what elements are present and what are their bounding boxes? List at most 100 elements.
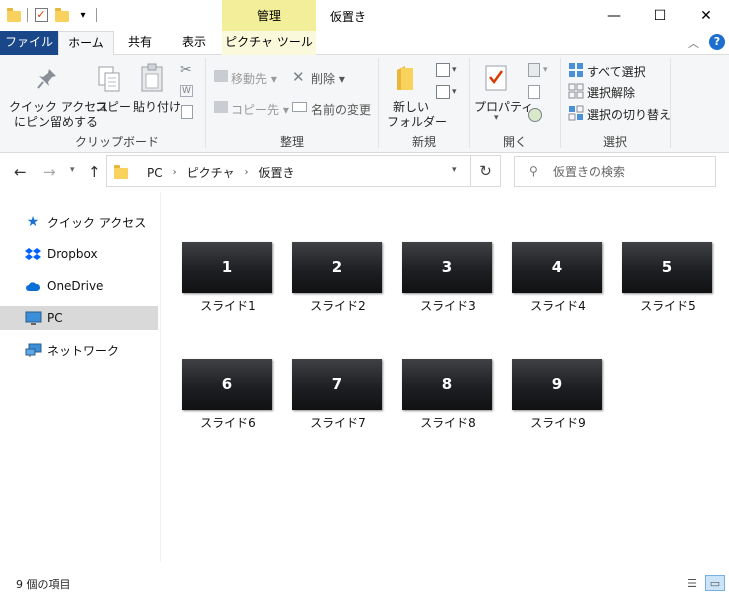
address-bar[interactable]: PC › ピクチャ › 仮置き ▾ <box>106 155 471 187</box>
forward-arrow-icon[interactable]: → <box>43 163 56 181</box>
tab-file[interactable]: ファイル <box>0 31 58 55</box>
tab-picture-tools[interactable]: ピクチャ ツール <box>222 31 316 55</box>
properties-icon <box>485 65 507 91</box>
move-to-label: 移動先 <box>231 72 268 86</box>
delete-label: 削除 <box>311 72 336 86</box>
up-arrow-icon[interactable]: ↑ <box>88 163 101 181</box>
help-icon[interactable]: ? <box>709 34 725 50</box>
customize-qat-button[interactable]: ▾ <box>75 7 91 23</box>
quick-access-toolbar: ✓ ▾ <box>6 7 97 23</box>
breadcrumb-current[interactable]: 仮置き <box>259 164 295 181</box>
rename-button[interactable]: 名前の変更 <box>311 101 371 118</box>
file-tile[interactable]: 2 スライド2 <box>292 242 384 314</box>
file-list: 1 スライド1 2 スライド2 3 スライド3 4 スライド4 5 スライド5 … <box>162 192 729 562</box>
delete-button[interactable]: 削除 ▾ <box>311 70 345 87</box>
search-box[interactable]: ⚲ <box>514 156 716 187</box>
select-none-icon <box>568 83 584 99</box>
copy-path-icon[interactable]: W <box>180 85 193 97</box>
details-view-icon[interactable]: ☰ <box>682 575 702 591</box>
tab-view[interactable]: 表示 <box>166 31 222 55</box>
copy-to-label: コピー先 <box>231 103 280 117</box>
ribbon: クイック アクセス にピン留めする コピー 貼り付け ✂ W クリップボード 移… <box>0 55 729 153</box>
breadcrumb: PC › ピクチャ › 仮置き <box>147 164 295 181</box>
file-thumbnail: 8 <box>402 359 492 410</box>
file-thumbnail: 1 <box>182 242 272 293</box>
sidebar-item-label: OneDrive <box>47 279 104 293</box>
file-thumbnail: 5 <box>622 242 712 293</box>
invert-selection-button[interactable]: 選択の切り替え <box>587 106 671 123</box>
history-icon[interactable] <box>528 108 542 122</box>
new-folder-qat-button[interactable] <box>54 7 70 23</box>
file-name: スライド7 <box>310 416 366 430</box>
file-tile[interactable]: 6 スライド6 <box>182 359 274 431</box>
chevron-right-icon[interactable]: › <box>173 167 177 178</box>
properties-qat-button[interactable]: ✓ <box>33 7 49 23</box>
select-all-button[interactable]: すべて選択 <box>587 63 646 80</box>
file-name: スライド1 <box>200 299 256 313</box>
copy-icon <box>98 66 120 92</box>
window-title: 仮置き <box>330 10 367 24</box>
search-input[interactable] <box>553 163 708 181</box>
file-tile[interactable]: 3 スライド3 <box>402 242 494 314</box>
maximize-button[interactable]: ☐ <box>637 0 683 31</box>
title-bar: ✓ ▾ 管理 仮置き — ☐ ✕ <box>0 0 729 31</box>
cut-icon[interactable]: ✂ <box>180 62 192 78</box>
copy-to-button[interactable]: コピー先 ▾ <box>231 101 289 118</box>
organize-group-label: 整理 <box>279 135 304 149</box>
file-name: スライド8 <box>420 416 476 430</box>
sidebar-item-pc[interactable]: PC <box>0 306 158 330</box>
file-tile[interactable]: 9 スライド9 <box>512 359 604 431</box>
open-icon[interactable] <box>528 63 540 77</box>
file-tile[interactable]: 1 スライド1 <box>182 242 274 314</box>
back-arrow-icon[interactable]: ← <box>14 163 27 181</box>
new-group-label: 新規 <box>411 135 436 149</box>
tab-share[interactable]: 共有 <box>114 31 166 55</box>
minimize-button[interactable]: — <box>591 0 637 31</box>
breadcrumb-pictures[interactable]: ピクチャ <box>187 164 235 181</box>
edit-icon[interactable] <box>528 85 540 99</box>
toolbar-divider <box>27 8 28 22</box>
sidebar-item-onedrive[interactable]: OneDrive <box>0 274 158 298</box>
file-thumbnail: 2 <box>292 242 382 293</box>
file-name: スライド4 <box>530 299 586 313</box>
chevron-right-icon[interactable]: › <box>245 167 249 178</box>
close-button[interactable]: ✕ <box>683 0 729 31</box>
file-tile[interactable]: 5 スライド5 <box>622 242 714 314</box>
collapse-ribbon-icon[interactable]: ︿ <box>688 35 699 51</box>
delete-icon: ✕ <box>292 68 305 86</box>
computer-icon <box>24 309 42 327</box>
large-icons-view-icon[interactable]: ▭ <box>705 575 725 591</box>
refresh-icon[interactable]: ↻ <box>471 155 501 187</box>
toolbar-divider <box>96 8 97 22</box>
item-count: 9 個の項目 <box>16 578 71 591</box>
file-name: スライド5 <box>640 299 696 313</box>
copy-button[interactable]: コピー <box>95 98 131 115</box>
easy-access-icon[interactable] <box>436 85 450 99</box>
new-folder-line2[interactable]: フォルダー <box>387 113 447 130</box>
search-icon: ⚲ <box>529 164 538 178</box>
chevron-down-icon[interactable]: ▾ <box>452 165 457 175</box>
ribbon-tab-bar: ファイル ホーム 共有 表示 ピクチャ ツール <box>0 31 729 56</box>
new-item-icon[interactable] <box>436 63 450 77</box>
move-to-button[interactable]: 移動先 ▾ <box>231 70 277 87</box>
file-tile[interactable]: 7 スライド7 <box>292 359 384 431</box>
pin-quick-access-line2[interactable]: にピン留めする <box>14 113 98 130</box>
paste-shortcut-icon[interactable] <box>181 105 193 119</box>
breadcrumb-pc[interactable]: PC <box>147 166 163 180</box>
network-icon <box>24 341 42 359</box>
file-name: スライド2 <box>310 299 366 313</box>
tab-home[interactable]: ホーム <box>58 31 114 56</box>
select-none-button[interactable]: 選択解除 <box>587 84 635 101</box>
rename-icon <box>292 102 307 112</box>
file-tile[interactable]: 4 スライド4 <box>512 242 604 314</box>
sidebar-item-network[interactable]: ネットワーク <box>0 338 158 362</box>
recent-locations-icon[interactable]: ▾ <box>70 165 75 175</box>
file-tile[interactable]: 8 スライド8 <box>402 359 494 431</box>
paste-button[interactable]: 貼り付け <box>133 98 181 115</box>
sidebar-item-quick-access[interactable]: ★ クイック アクセス <box>0 210 158 234</box>
folder-icon <box>114 165 128 179</box>
sidebar-item-dropbox[interactable]: Dropbox <box>0 242 158 266</box>
group-divider <box>670 58 671 148</box>
properties-button[interactable]: プロパティ <box>474 98 533 115</box>
sidebar-item-label: PC <box>47 311 63 325</box>
